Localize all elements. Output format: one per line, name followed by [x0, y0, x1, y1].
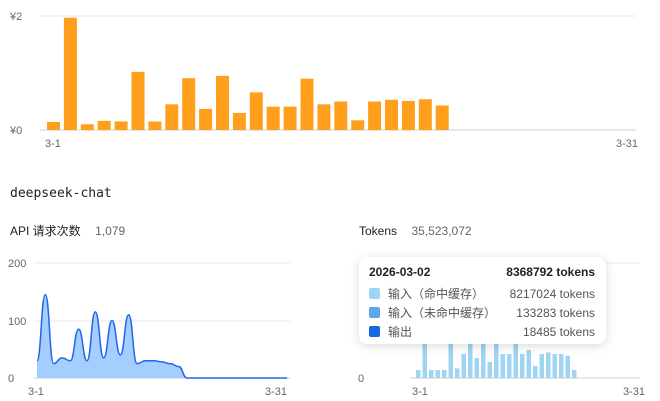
y-tick-max: ¥2 — [9, 11, 22, 23]
tooltip-total: 8368792 tokens — [506, 265, 595, 279]
x-tick-start: 3-1 — [412, 386, 428, 398]
cost-bar[interactable] — [266, 106, 280, 130]
token-bar[interactable] — [539, 354, 545, 378]
api-requests-area-chart: 200 100 0 3-1 3-31 — [8, 258, 290, 398]
api-requests-header: API 请求次数 1,079 — [10, 222, 125, 240]
tooltip-row-cache-miss: 输入（未命中缓存） 133283 tokens — [369, 304, 595, 321]
cost-bar[interactable] — [165, 104, 179, 130]
tokens-header: Tokens 35,523,072 — [359, 222, 472, 240]
token-bar[interactable] — [533, 366, 538, 378]
cost-bar[interactable] — [131, 71, 145, 130]
api-area — [37, 294, 287, 378]
token-bar[interactable] — [429, 370, 434, 378]
cost-bar[interactable] — [283, 106, 297, 130]
token-bar[interactable] — [500, 354, 506, 378]
token-bar[interactable] — [435, 370, 441, 378]
token-bar[interactable] — [474, 358, 480, 378]
tooltip-row-value: 133283 tokens — [516, 305, 595, 320]
token-bar[interactable] — [455, 368, 460, 378]
cost-bars — [47, 17, 449, 131]
token-bar[interactable] — [494, 342, 499, 378]
cost-bar[interactable] — [47, 122, 60, 130]
tooltip-row-cache-hit: 输入（命中缓存） 8217024 tokens — [369, 285, 595, 302]
y-tick-min: ¥0 — [9, 125, 22, 137]
cost-bar[interactable] — [385, 99, 398, 130]
x-tick-start: 3-1 — [45, 138, 61, 150]
token-bar[interactable] — [520, 354, 525, 378]
tokens-tooltip: 2026-03-02 8368792 tokens 输入（命中缓存） 82170… — [359, 257, 606, 344]
model-name: deepseek-chat — [10, 186, 112, 201]
y-tick-200: 200 — [8, 258, 26, 270]
x-tick-end: 3-31 — [616, 138, 638, 150]
tooltip-row-value: 8217024 tokens — [509, 286, 595, 301]
cost-bar[interactable] — [401, 100, 415, 130]
token-bar[interactable] — [461, 354, 467, 378]
api-requests-total: 1,079 — [95, 224, 126, 238]
legend-swatch-cache-hit — [369, 288, 380, 299]
y-tick-0: 0 — [358, 373, 364, 385]
cost-bar[interactable] — [114, 121, 128, 130]
cost-bar[interactable] — [334, 101, 348, 131]
cost-bar[interactable] — [63, 17, 77, 130]
token-bar[interactable] — [442, 370, 447, 378]
token-bar[interactable] — [565, 355, 571, 378]
cost-bar[interactable] — [249, 92, 263, 130]
tooltip-row-label: 输出 — [388, 325, 413, 339]
token-bar[interactable] — [487, 362, 493, 378]
y-tick-0: 0 — [8, 373, 14, 385]
cost-bar[interactable] — [232, 112, 246, 130]
cost-bar[interactable] — [182, 78, 196, 130]
tooltip-row-label: 输入（命中缓存） — [388, 287, 485, 301]
token-bar[interactable] — [572, 370, 577, 378]
tokens-total: 35,523,072 — [411, 224, 472, 238]
x-tick-end: 3-31 — [623, 386, 645, 398]
cost-bar[interactable] — [199, 108, 213, 130]
cost-bar[interactable] — [435, 105, 449, 130]
cost-bar[interactable] — [148, 121, 162, 130]
tooltip-row-value: 18485 tokens — [522, 324, 595, 339]
token-bar[interactable] — [546, 352, 551, 378]
tooltip-row-output: 输出 18485 tokens — [369, 323, 595, 340]
token-bar[interactable] — [526, 350, 532, 378]
cost-bar[interactable] — [80, 124, 94, 130]
legend-swatch-output — [369, 326, 380, 337]
token-bar[interactable] — [552, 354, 558, 378]
token-bar[interactable] — [559, 354, 564, 378]
cost-bar[interactable] — [368, 101, 382, 131]
tooltip-row-label: 输入（未命中缓存） — [388, 306, 497, 320]
cost-bar[interactable] — [97, 120, 111, 130]
token-bar[interactable] — [507, 354, 512, 378]
y-tick-100: 100 — [8, 316, 26, 328]
cost-bar[interactable] — [418, 99, 432, 130]
tooltip-header: 2026-03-02 8368792 tokens — [369, 265, 595, 279]
api-requests-title: API 请求次数 — [10, 224, 81, 238]
cost-bar[interactable] — [300, 78, 314, 130]
x-tick-end: 3-31 — [265, 386, 287, 398]
token-bar[interactable] — [513, 338, 519, 378]
legend-swatch-cache-miss — [369, 307, 380, 318]
token-bar[interactable] — [416, 370, 421, 378]
cost-bar[interactable] — [351, 120, 365, 130]
cost-bar[interactable] — [216, 75, 229, 130]
x-tick-start: 3-1 — [28, 386, 44, 398]
tokens-title: Tokens — [359, 224, 398, 238]
cost-bar[interactable] — [317, 104, 331, 130]
cost-bar-chart: ¥2 ¥0 3-1 3-31 — [9, 11, 638, 150]
tooltip-date: 2026-03-02 — [369, 265, 431, 279]
